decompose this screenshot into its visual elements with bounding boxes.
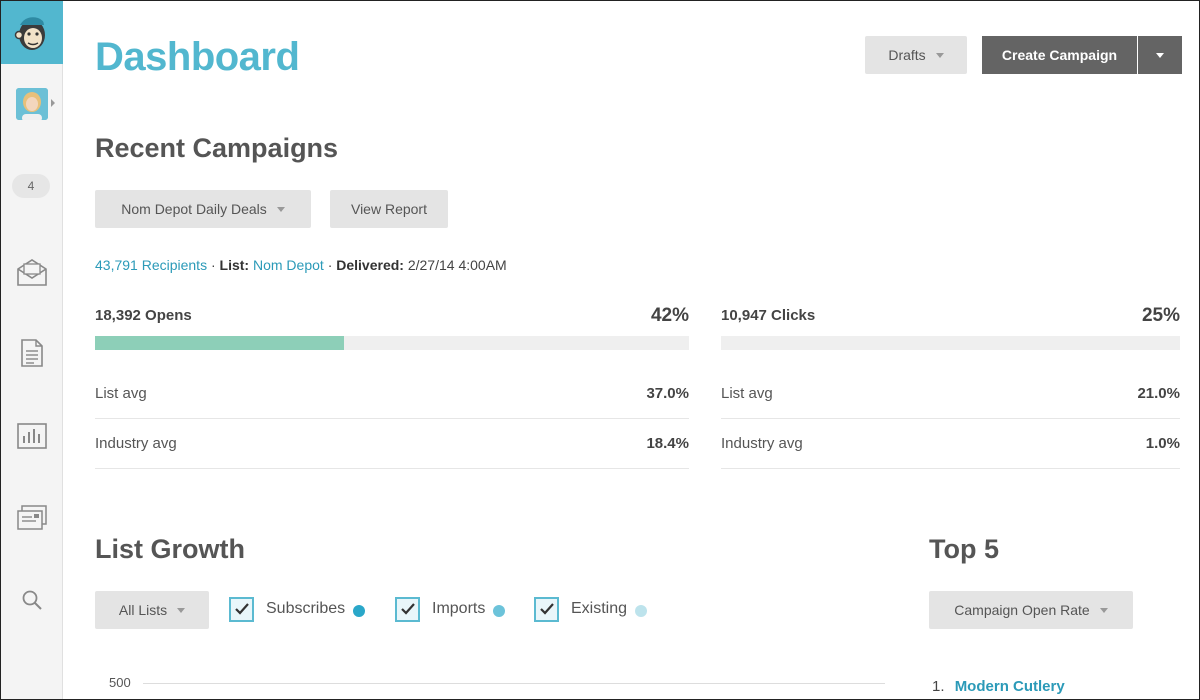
delivered-value: 2/27/14 4:00AM bbox=[407, 257, 507, 273]
top5-campaign-link[interactable]: Modern Cutlery bbox=[955, 678, 1065, 695]
clicks-list-avg-row: List avg 21.0% bbox=[721, 369, 1180, 419]
opens-label: 18,392 Opens bbox=[95, 307, 192, 324]
chevron-down-icon bbox=[1156, 52, 1164, 58]
opens-list-avg-value: 37.0% bbox=[646, 385, 689, 402]
top5-rank: 1. bbox=[932, 678, 945, 695]
subscribes-color-dot bbox=[353, 604, 366, 617]
opens-progress-bar bbox=[95, 336, 689, 350]
drafts-button[interactable]: Drafts bbox=[865, 36, 967, 74]
opens-percent: 42% bbox=[650, 305, 689, 326]
page-title: Dashboard bbox=[95, 35, 300, 79]
checkbox-checked-icon[interactable] bbox=[229, 596, 254, 622]
campaign-select-value: Nom Depot Daily Deals bbox=[121, 201, 267, 217]
chart-gridline bbox=[143, 683, 885, 684]
campaign-select[interactable]: Nom Depot Daily Deals bbox=[95, 190, 311, 228]
list-link[interactable]: Nom Depot bbox=[253, 257, 324, 273]
delivered-prefix: Delivered: bbox=[336, 257, 404, 273]
opens-industry-avg-value: 18.4% bbox=[646, 435, 689, 452]
avatar-image bbox=[16, 88, 48, 120]
existing-color-dot bbox=[635, 604, 648, 617]
opens-list-avg-row: List avg 37.0% bbox=[95, 369, 689, 419]
recipients-link[interactable]: 43,791 Recipients bbox=[95, 257, 207, 273]
list-select-value: All Lists bbox=[118, 602, 168, 618]
user-avatar[interactable] bbox=[16, 88, 48, 120]
metric-select[interactable]: Campaign Open Rate bbox=[929, 591, 1133, 629]
chevron-down-icon bbox=[276, 206, 285, 212]
drafts-label: Drafts bbox=[888, 47, 926, 63]
chimp-icon bbox=[14, 16, 45, 50]
y-axis-tick-label: 500 bbox=[109, 675, 131, 690]
imports-checkbox[interactable]: Imports bbox=[395, 595, 506, 623]
imports-label: Imports bbox=[432, 600, 486, 617]
subscribes-label: Subscribes bbox=[266, 600, 346, 617]
top5-list-item: 1. Modern Cutlery bbox=[932, 678, 1065, 695]
opens-progress-fill bbox=[95, 336, 345, 350]
chevron-down-icon bbox=[177, 607, 186, 613]
opens-industry-avg-label: Industry avg bbox=[95, 435, 177, 452]
list-prefix: List: bbox=[219, 257, 250, 273]
reports-icon[interactable] bbox=[15, 419, 49, 453]
search-icon[interactable] bbox=[15, 583, 49, 617]
top5-title: Top 5 bbox=[929, 534, 999, 564]
mailchimp-logo[interactable] bbox=[1, 1, 63, 64]
chevron-down-icon bbox=[1099, 607, 1108, 613]
subscribes-checkbox[interactable]: Subscribes bbox=[229, 595, 366, 623]
clicks-label: 10,947 Clicks bbox=[721, 307, 816, 324]
existing-checkbox[interactable]: Existing bbox=[534, 595, 648, 623]
meta-separator: · bbox=[210, 257, 220, 273]
clicks-list-avg-value: 21.0% bbox=[1137, 385, 1180, 402]
clicks-list-avg-label: List avg bbox=[721, 385, 773, 402]
metric-select-value: Campaign Open Rate bbox=[954, 602, 1090, 618]
clicks-percent: 25% bbox=[1141, 305, 1180, 326]
existing-label: Existing bbox=[571, 600, 628, 617]
list-select[interactable]: All Lists bbox=[95, 591, 209, 629]
opens-industry-avg-row: Industry avg 18.4% bbox=[95, 419, 689, 469]
create-campaign-button[interactable]: Create Campaign bbox=[982, 36, 1137, 74]
sidebar: 4 bbox=[1, 1, 63, 699]
avatar-caret-icon[interactable] bbox=[51, 99, 55, 107]
imports-color-dot bbox=[493, 604, 506, 617]
clicks-industry-avg-row: Industry avg 1.0% bbox=[721, 419, 1180, 469]
clicks-stats: 10,947 Clicks 25% List avg 21.0% Industr… bbox=[721, 305, 1180, 469]
list-growth-title: List Growth bbox=[95, 534, 245, 564]
clicks-progress-bar bbox=[721, 336, 1180, 350]
app-window: 4 Dashboard Drafts Create Campaign Recen… bbox=[0, 0, 1200, 700]
opens-stats: 18,392 Opens 42% List avg 37.0% Industry… bbox=[95, 305, 689, 469]
meta-separator: · bbox=[327, 257, 337, 273]
clicks-industry-avg-label: Industry avg bbox=[721, 435, 803, 452]
create-campaign-label: Create Campaign bbox=[1001, 47, 1118, 63]
notification-badge[interactable]: 4 bbox=[12, 174, 50, 198]
campaigns-icon[interactable] bbox=[15, 255, 49, 289]
view-report-button[interactable]: View Report bbox=[330, 190, 448, 228]
checkbox-checked-icon[interactable] bbox=[395, 596, 420, 622]
campaign-meta: 43,791 Recipients · List: Nom Depot · De… bbox=[95, 257, 507, 273]
chevron-down-icon bbox=[935, 52, 944, 58]
templates-icon[interactable] bbox=[15, 336, 49, 370]
opens-list-avg-label: List avg bbox=[95, 385, 147, 402]
clicks-industry-avg-value: 1.0% bbox=[1145, 435, 1180, 452]
create-campaign-dropdown[interactable] bbox=[1138, 36, 1182, 74]
view-report-label: View Report bbox=[350, 201, 427, 217]
recent-campaigns-title: Recent Campaigns bbox=[95, 133, 339, 163]
checkbox-checked-icon[interactable] bbox=[534, 596, 559, 622]
lists-icon[interactable] bbox=[15, 501, 49, 535]
